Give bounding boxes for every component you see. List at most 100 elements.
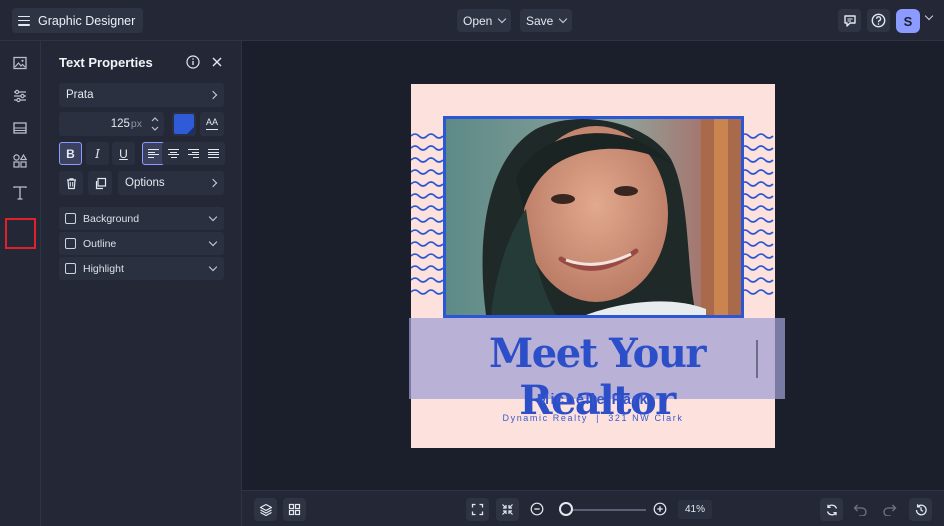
align-justify-icon [208,149,219,158]
hamburger-icon [18,15,30,26]
color-chip [174,114,194,134]
redo-button[interactable] [879,499,899,519]
fit-screen-icon [471,503,484,516]
chat-icon [843,14,856,27]
active-tool-highlight [5,218,36,249]
chevron-down-icon [498,14,507,24]
avatar[interactable]: S [896,9,920,33]
shapes-icon [13,153,28,168]
chevron-down-icon[interactable] [208,212,218,222]
text-properties-panel: Text Properties Prata 125 px AA B I U Op… [41,41,242,526]
help-button[interactable] [867,9,890,32]
align-right-icon [188,149,199,158]
rail-item-text[interactable] [9,182,31,204]
close-panel-button[interactable] [211,55,223,73]
outline-label: Outline [83,237,117,250]
italic-icon: I [95,146,100,161]
redo-icon [882,504,896,516]
zoom-in-button[interactable] [650,499,670,519]
background-toggle[interactable]: Background [59,207,224,230]
grid-icon [288,503,301,516]
underline-button[interactable]: U [112,142,135,165]
background-label: Background [83,212,140,225]
top-bar: Graphic Designer Open Save S [0,0,944,41]
stepper-icon[interactable] [150,115,160,133]
underline-icon: U [119,146,128,161]
app-menu-button[interactable]: Graphic Designer [12,8,144,33]
rail-item-graphics[interactable] [9,150,31,172]
chevron-down-icon [559,14,568,24]
chevron-right-icon [208,178,218,188]
options-label: Options [125,177,165,189]
undo-button[interactable] [850,499,870,519]
image-icon [13,56,27,70]
highlight-checkbox[interactable] [65,263,76,274]
highlight-toggle[interactable]: Highlight [59,257,224,280]
duplicate-button[interactable] [88,171,112,195]
font-family-select[interactable]: Prata [59,83,224,107]
refresh-icon [826,504,837,515]
info-icon [186,55,200,69]
tool-rail [0,41,41,526]
zoom-out-icon [530,502,544,516]
chevron-down-icon[interactable] [208,262,218,272]
chevron-down-icon[interactable] [924,11,934,21]
agency-address-text[interactable]: Dynamic Realty | 321 NW Clark [411,413,775,423]
options-button[interactable]: Options [118,171,224,195]
wave-pattern-right [741,133,774,295]
zoom-out-button[interactable] [527,499,547,519]
font-size-unit: px [130,118,142,130]
align-justify-button[interactable] [202,142,225,165]
bold-button[interactable]: B [59,142,82,165]
comments-button[interactable] [838,9,861,32]
shrink-icon [502,504,513,515]
align-center-icon [168,149,179,158]
outline-checkbox[interactable] [65,238,76,249]
layers-button[interactable] [254,498,277,521]
grid-button[interactable] [283,498,306,521]
text-case-button[interactable]: AA [200,112,224,136]
save-menu-button[interactable]: Save [520,9,573,32]
delete-button[interactable] [59,171,83,195]
zoom-in-icon [653,502,667,516]
trash-icon [66,177,76,189]
rail-item-images[interactable] [9,52,31,74]
text-color-swatch[interactable] [172,112,196,136]
font-size-input[interactable]: 125 px [59,112,164,136]
zoom-slider-track[interactable] [564,509,646,511]
help-icon [871,13,886,28]
headline-text[interactable]: Meet Your Realtor [409,330,785,424]
bold-icon: B [66,146,75,161]
app-title: Graphic Designer [38,13,136,28]
text-case-icon: AA [205,118,218,130]
zoom-level[interactable]: 41% [678,500,712,519]
replace-button[interactable] [820,498,843,521]
chevron-right-icon [208,90,218,100]
portrait-photo[interactable] [443,116,744,318]
rail-item-adjustments[interactable] [9,85,31,107]
outline-toggle[interactable]: Outline [59,232,224,255]
duplicate-icon [95,177,106,189]
layout-icon [13,122,27,134]
highlight-label: Highlight [83,262,124,275]
info-button[interactable] [186,55,200,74]
italic-button[interactable]: I [86,142,109,165]
font-size-value: 125 [110,118,130,130]
zoom-slider-handle[interactable] [559,502,574,516]
open-label: Open [463,13,493,28]
fit-screen-button[interactable] [466,498,489,521]
text-caret [756,340,758,378]
open-menu-button[interactable]: Open [457,9,512,32]
chevron-down-icon[interactable] [208,237,218,247]
agent-name-text[interactable]: Michelle Park [411,392,775,408]
history-button[interactable] [909,498,932,521]
background-checkbox[interactable] [65,213,76,224]
history-icon [915,503,927,515]
rail-item-layouts[interactable] [9,117,31,139]
actual-size-button[interactable] [496,498,519,521]
sliders-icon [14,89,26,103]
close-icon [212,57,222,67]
font-family-value: Prata [66,89,94,101]
save-label: Save [526,13,554,28]
align-left-icon [148,149,159,158]
